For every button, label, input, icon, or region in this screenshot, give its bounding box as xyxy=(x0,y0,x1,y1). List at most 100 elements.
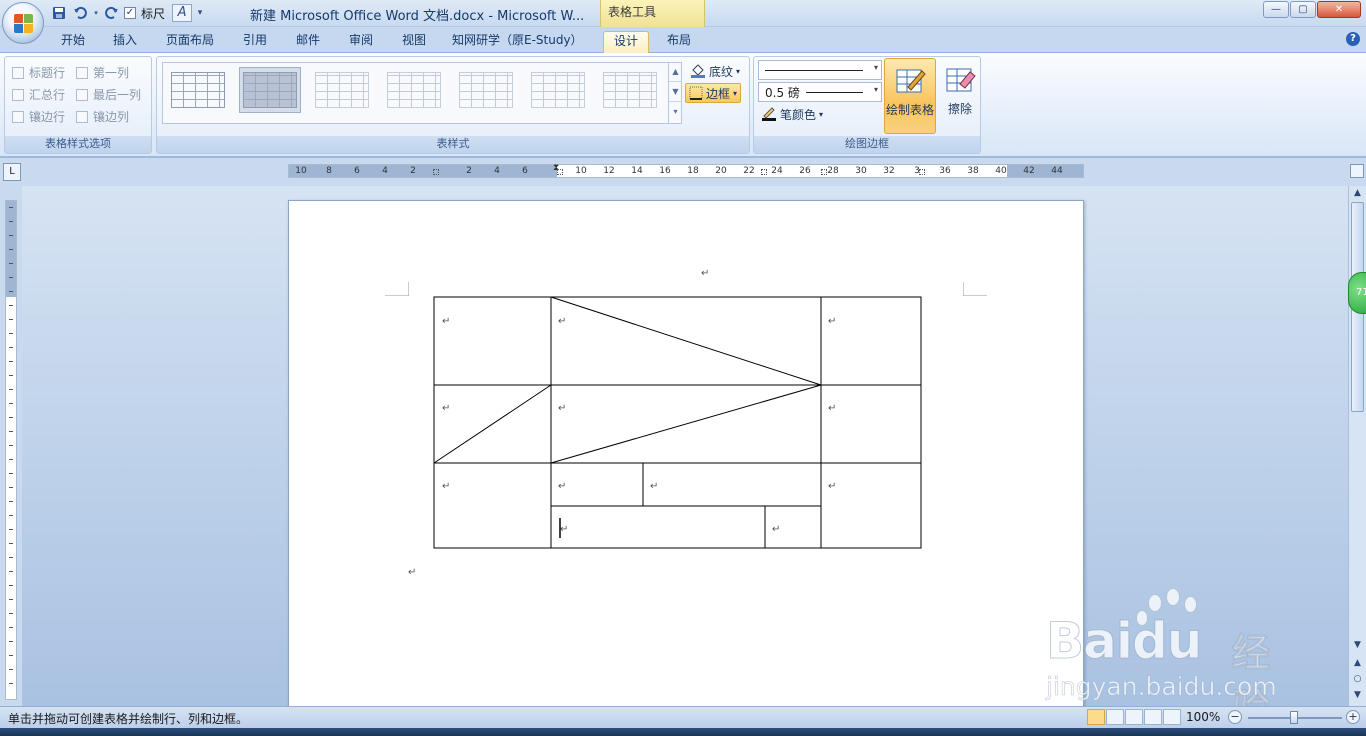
gallery-more-icon[interactable]: ▾ xyxy=(669,102,682,122)
drawn-table[interactable] xyxy=(433,296,923,550)
vertical-ruler-mark xyxy=(9,249,13,250)
column-marker[interactable] xyxy=(433,169,439,175)
zoom-out-button[interactable]: − xyxy=(1228,710,1242,724)
gallery-down-icon[interactable]: ▼ xyxy=(669,82,682,102)
vertical-ruler-mark xyxy=(9,571,13,572)
next-page-icon[interactable]: ▼ xyxy=(1349,690,1366,700)
paragraph-mark: ↵ xyxy=(701,268,710,279)
total-row-checkbox[interactable]: 汇总行 xyxy=(12,86,65,103)
ruler-checkbox[interactable]: ✓ xyxy=(124,7,136,19)
borders-label: 边框 xyxy=(706,86,731,101)
table-style-item[interactable] xyxy=(455,67,517,113)
table-tools-context-label: 表格工具 xyxy=(600,0,705,27)
ruler-tick-label: 30 xyxy=(855,166,867,176)
first-column-checkbox[interactable]: 第一列 xyxy=(76,64,129,81)
zoom-level[interactable]: 100% xyxy=(1186,710,1220,724)
web-layout-view-button[interactable] xyxy=(1125,709,1143,725)
vertical-ruler-bar xyxy=(5,200,17,700)
save-icon[interactable] xyxy=(50,4,68,22)
vertical-ruler-mark xyxy=(9,585,13,586)
ruler-tick-label: 14 xyxy=(631,166,643,176)
vertical-ruler-mark xyxy=(9,473,13,474)
help-icon[interactable]: ? xyxy=(1346,32,1360,46)
table-style-item[interactable] xyxy=(311,67,373,113)
close-button[interactable]: ✕ xyxy=(1317,1,1361,18)
eraser-button[interactable]: 擦除 xyxy=(934,58,986,134)
undo-icon[interactable] xyxy=(71,4,89,22)
scroll-up-icon[interactable]: ▲ xyxy=(1349,188,1366,198)
borders-button[interactable]: 边框 ▾ xyxy=(685,83,742,103)
office-button[interactable] xyxy=(2,2,44,44)
column-marker[interactable] xyxy=(821,169,827,175)
vertical-ruler-mark xyxy=(9,403,13,404)
undo-dropdown-icon[interactable]: ▾ xyxy=(92,4,100,22)
tab-mailings[interactable]: 邮件 xyxy=(293,31,323,53)
gallery-scroll: ▲ ▼ ▾ xyxy=(668,62,682,124)
minimize-button[interactable]: — xyxy=(1263,1,1289,18)
table-style-item[interactable] xyxy=(599,67,661,113)
vertical-ruler-mark xyxy=(9,431,13,432)
floating-badge[interactable]: 71 xyxy=(1348,272,1366,314)
draft-view-button[interactable] xyxy=(1163,709,1181,725)
last-column-checkbox[interactable]: 最后一列 xyxy=(76,86,141,103)
print-layout-view-button[interactable] xyxy=(1087,709,1105,725)
tab-e-study[interactable]: 知网研学（原E-Study） xyxy=(452,31,583,53)
table-style-preview xyxy=(171,72,225,108)
banded-rows-checkbox[interactable]: 镶边行 xyxy=(12,108,65,125)
banded-columns-checkbox[interactable]: 镶边列 xyxy=(76,108,129,125)
vertical-ruler-mark xyxy=(9,291,13,292)
tab-stop-selector-icon[interactable]: L xyxy=(3,163,21,181)
column-marker[interactable] xyxy=(919,169,925,175)
tab-design[interactable]: 设计 xyxy=(603,31,649,53)
zoom-in-button[interactable]: + xyxy=(1346,710,1360,724)
group-label: 表样式 xyxy=(157,136,749,153)
vertical-ruler-mark xyxy=(9,557,13,558)
horizontal-ruler[interactable]: 10 8 6 4 2 2 4 6 10 12 14 16 18 20 22 24 26 28 30 32 3 36 38 40… xyxy=(288,163,1084,178)
tab-review[interactable]: 审阅 xyxy=(346,31,376,53)
table-style-item[interactable] xyxy=(527,67,589,113)
draw-table-label: 绘制表格 xyxy=(885,103,934,117)
vertical-ruler-mark xyxy=(9,627,13,628)
header-row-checkbox[interactable]: 标题行 xyxy=(12,64,65,81)
cell-paragraph-mark: ↵ xyxy=(560,524,569,535)
vertical-scrollbar[interactable]: ▲ ▼ ▲ ○ ▼ xyxy=(1348,186,1366,706)
zoom-slider-thumb[interactable] xyxy=(1290,711,1298,724)
shading-button[interactable]: 底纹 ▾ xyxy=(687,61,743,81)
line-weight-combo[interactable]: 0.5 磅 ▾ xyxy=(758,82,882,102)
office-logo-icon xyxy=(14,14,34,34)
tab-insert[interactable]: 插入 xyxy=(110,31,140,53)
customize-qat-icon[interactable]: ▾ xyxy=(195,4,205,22)
tab-references[interactable]: 引用 xyxy=(240,31,270,53)
vertical-ruler-mark xyxy=(9,417,13,418)
select-browse-object-icon[interactable]: ○ xyxy=(1349,674,1366,684)
vertical-ruler[interactable] xyxy=(0,186,22,706)
tab-page-layout[interactable]: 页面布局 xyxy=(163,31,217,53)
previous-page-icon[interactable]: ▲ xyxy=(1349,658,1366,668)
tab-layout[interactable]: 布局 xyxy=(664,31,694,53)
column-marker[interactable] xyxy=(557,169,563,175)
gallery-up-icon[interactable]: ▲ xyxy=(669,62,682,82)
text-style-icon[interactable]: A xyxy=(172,4,193,22)
maximize-button[interactable]: ▢ xyxy=(1290,1,1316,18)
table-style-item[interactable] xyxy=(167,67,229,113)
view-ruler-icon[interactable] xyxy=(1350,164,1364,178)
cell-paragraph-mark: ↵ xyxy=(558,316,567,327)
outline-view-button[interactable] xyxy=(1144,709,1162,725)
scroll-down-icon[interactable]: ▼ xyxy=(1349,640,1366,650)
ruler-tick-label: 16 xyxy=(659,166,671,176)
draw-table-button[interactable]: 绘制表格 xyxy=(884,58,936,134)
vertical-ruler-mark xyxy=(9,529,13,530)
tab-home[interactable]: 开始 xyxy=(58,31,88,53)
full-screen-reading-view-button[interactable] xyxy=(1106,709,1124,725)
ruler-tick-label: 26 xyxy=(799,166,811,176)
table-style-item[interactable] xyxy=(383,67,445,113)
column-marker[interactable] xyxy=(761,169,767,175)
pen-color-button[interactable]: 笔颜色 ▾ xyxy=(758,104,826,124)
watermark-brand-du: du xyxy=(1131,612,1202,671)
tab-view[interactable]: 视图 xyxy=(399,31,429,53)
eraser-label: 擦除 xyxy=(947,102,972,116)
line-style-combo[interactable]: ▾ xyxy=(758,60,882,80)
table-style-item[interactable] xyxy=(239,67,301,113)
ruler-tick-label: 22 xyxy=(743,166,755,176)
redo-icon[interactable] xyxy=(103,4,121,22)
